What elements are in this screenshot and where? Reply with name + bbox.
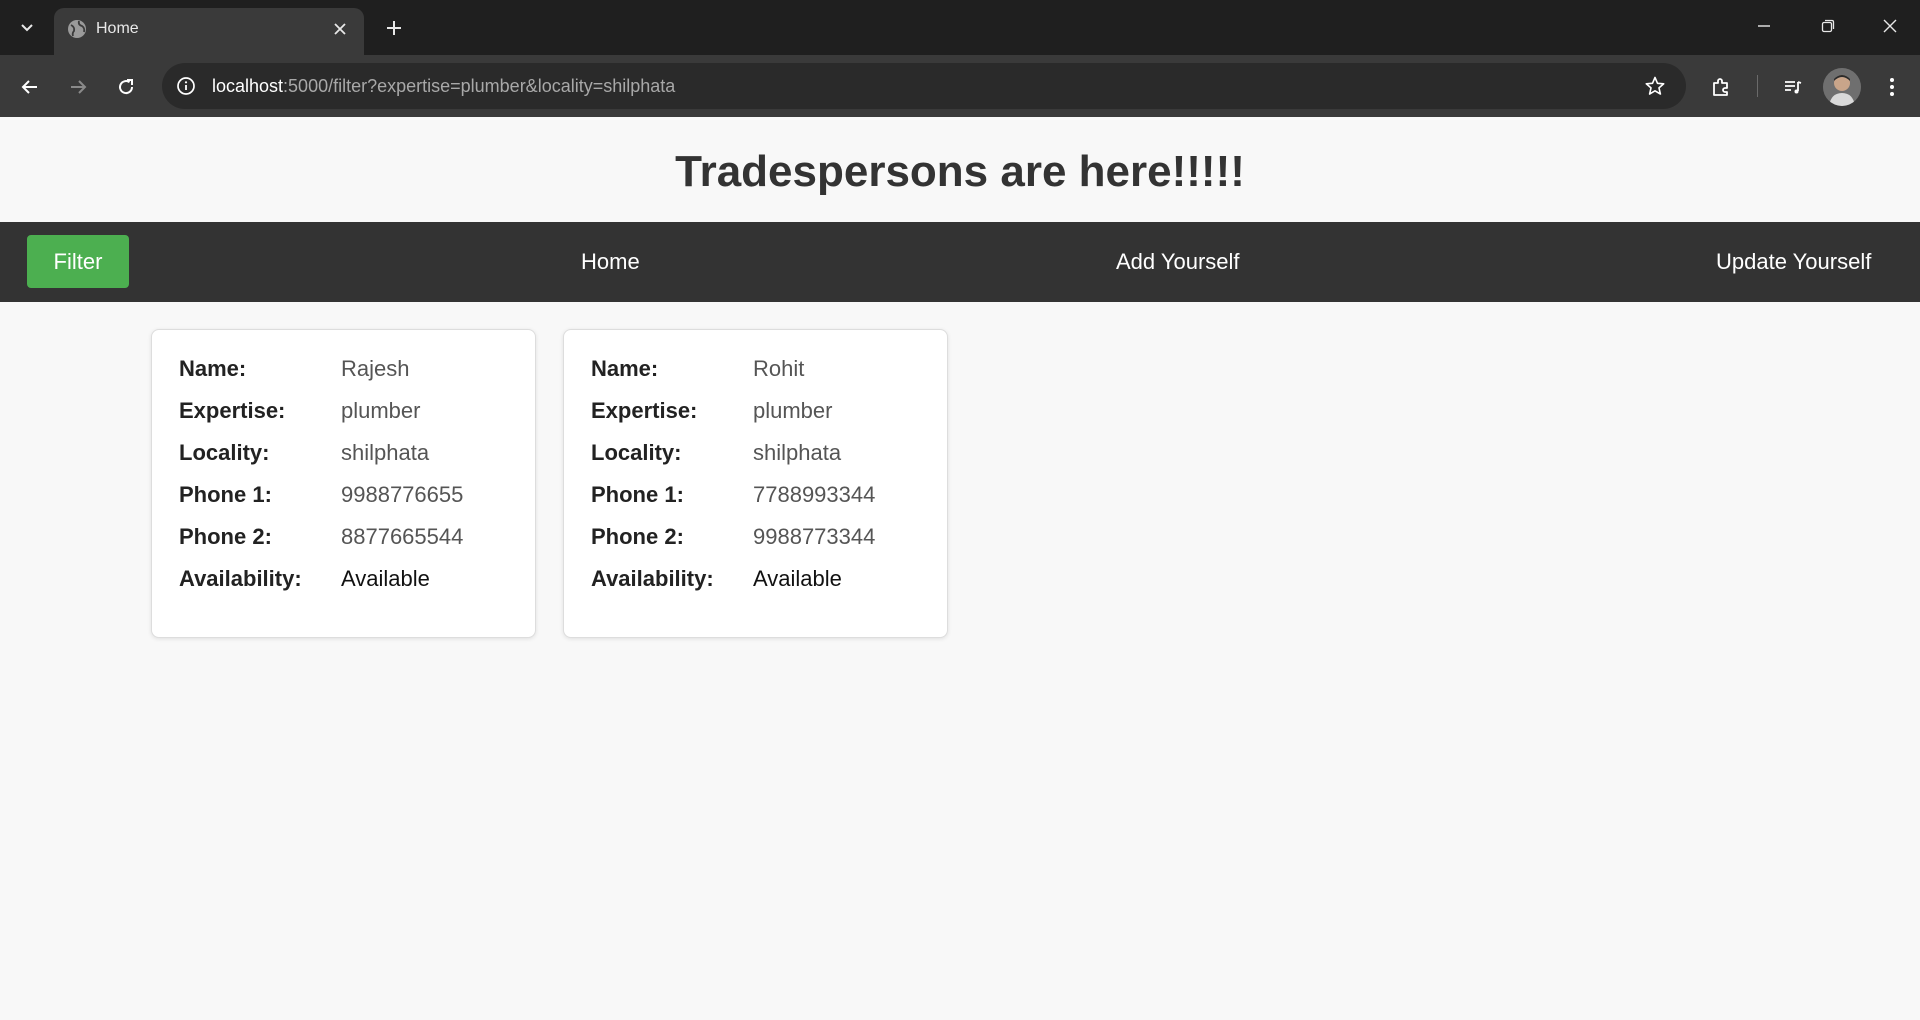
browser-tab-strip: Home — [0, 0, 1920, 55]
browser-tab[interactable]: Home — [54, 8, 364, 55]
restore-icon[interactable] — [1806, 8, 1850, 44]
expertise-value: plumber — [753, 398, 833, 423]
phone1-label: Phone 1: — [179, 482, 272, 507]
locality-label: Locality: — [179, 440, 270, 465]
availability-row: Availability: Available — [179, 564, 519, 594]
minimize-icon[interactable] — [1742, 8, 1786, 44]
address-bar[interactable]: localhost:5000/filter?expertise=plumber&… — [162, 63, 1686, 109]
nav-link-add-yourself[interactable]: Add Yourself — [1116, 248, 1240, 276]
locality-row: Locality: shilphata — [179, 438, 519, 468]
close-icon[interactable] — [328, 17, 352, 41]
name-row: Name: Rajesh — [179, 354, 519, 384]
info-icon[interactable] — [174, 74, 198, 98]
url-path: :5000/filter?expertise=plumber&locality=… — [283, 76, 676, 96]
tab-title: Home — [96, 20, 139, 37]
window-close-icon[interactable] — [1868, 8, 1912, 44]
forward-icon[interactable] — [61, 70, 95, 104]
page-title: Tradespersons are here!!!!! — [675, 147, 1245, 196]
locality-label: Locality: — [591, 440, 682, 465]
page-content: Tradespersons are here!!!!! Filter Home … — [0, 117, 1920, 1020]
back-icon[interactable] — [13, 70, 47, 104]
globe-icon — [66, 18, 88, 40]
locality-value: shilphata — [753, 440, 842, 465]
kebab-menu-icon[interactable] — [1874, 69, 1910, 105]
phone2-row: Phone 2: 8877665544 — [179, 522, 519, 552]
url-host: localhost — [212, 76, 284, 96]
availability-row: Availability: Available — [591, 564, 931, 594]
tradesperson-card: Name: Rajesh Expertise: plumber Locality… — [151, 329, 536, 638]
name-label: Name: — [179, 356, 247, 381]
phone2-label: Phone 2: — [591, 524, 684, 549]
reload-icon[interactable] — [109, 70, 143, 104]
availability-value: Available — [753, 566, 842, 591]
toolbar-divider — [1757, 75, 1758, 97]
tab-list-icon[interactable] — [12, 12, 42, 42]
media-controls-icon[interactable] — [1775, 69, 1811, 105]
plus-icon[interactable] — [378, 12, 410, 44]
phone2-row: Phone 2: 9988773344 — [591, 522, 931, 552]
locality-value: shilphata — [341, 440, 430, 465]
availability-value: Available — [341, 566, 430, 591]
browser-toolbar: localhost:5000/filter?expertise=plumber&… — [0, 55, 1920, 117]
availability-label: Availability: — [591, 566, 714, 591]
availability-label: Availability: — [179, 566, 302, 591]
locality-row: Locality: shilphata — [591, 438, 931, 468]
expertise-label: Expertise: — [179, 398, 286, 423]
phone1-row: Phone 1: 7788993344 — [591, 480, 931, 510]
phone1-value: 9988776655 — [341, 482, 464, 507]
url-text: localhost:5000/filter?expertise=plumber&… — [212, 75, 675, 97]
tradesperson-card: Name: Rohit Expertise: plumber Locality:… — [563, 329, 948, 638]
nav-link-home[interactable]: Home — [581, 248, 640, 276]
phone1-label: Phone 1: — [591, 482, 684, 507]
phone1-value: 7788993344 — [753, 482, 876, 507]
star-icon[interactable] — [1642, 73, 1668, 99]
phone2-value: 9988773344 — [753, 524, 876, 549]
expertise-row: Expertise: plumber — [591, 396, 931, 426]
expertise-value: plumber — [341, 398, 421, 423]
filter-button[interactable]: Filter — [27, 235, 129, 288]
phone2-label: Phone 2: — [179, 524, 272, 549]
profile-avatar[interactable] — [1823, 68, 1861, 106]
name-value: Rohit — [753, 356, 805, 381]
name-value: Rajesh — [341, 356, 410, 381]
phone1-row: Phone 1: 9988776655 — [179, 480, 519, 510]
nav-link-update-yourself[interactable]: Update Yourself — [1716, 248, 1871, 276]
expertise-label: Expertise: — [591, 398, 698, 423]
name-row: Name: Rohit — [591, 354, 931, 384]
expertise-row: Expertise: plumber — [179, 396, 519, 426]
extensions-icon[interactable] — [1703, 69, 1739, 105]
name-label: Name: — [591, 356, 659, 381]
phone2-value: 8877665544 — [341, 524, 464, 549]
top-navbar: Filter Home Add Yourself Update Yourself — [0, 222, 1920, 302]
